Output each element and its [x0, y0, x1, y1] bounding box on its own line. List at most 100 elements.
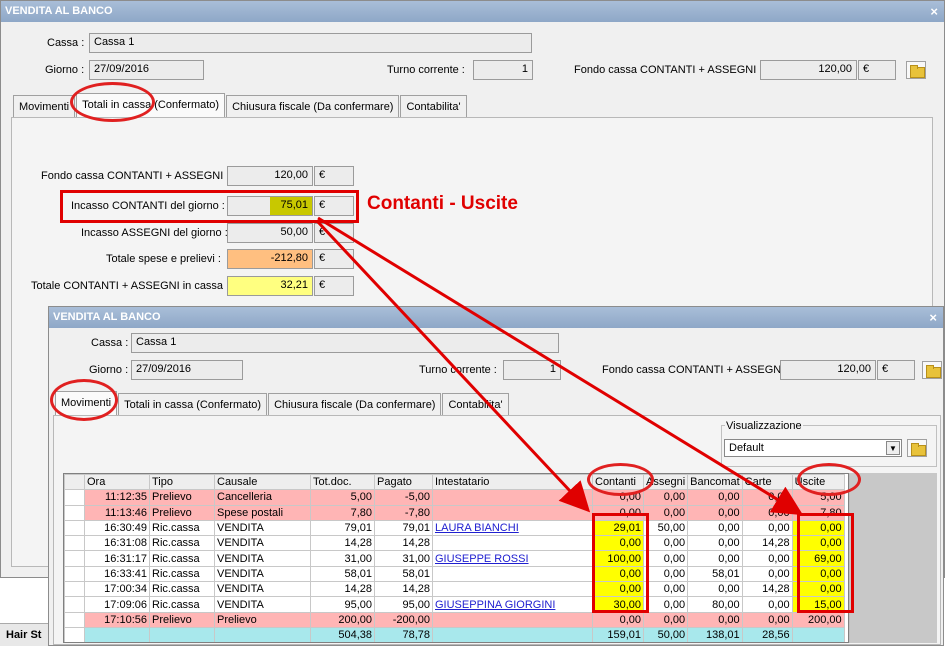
back-giorno-field[interactable]: 27/09/2016: [89, 60, 204, 80]
back-turno-field[interactable]: 1: [473, 60, 533, 80]
tot-cassa-currency: €: [314, 276, 354, 296]
cell-bancomat: 0,00: [687, 489, 743, 506]
table-row[interactable]: 16:33:41 Ric.cassa VENDITA 58,01 58,01 0,00 0,…: [64, 565, 845, 583]
front-folder-icon[interactable]: [922, 361, 942, 379]
cell-pagato: 58,01: [374, 565, 433, 583]
cell-bancomat: 0,00: [687, 504, 743, 521]
cell-carte: 0,00: [741, 611, 793, 628]
cell-tipo: Prelievo: [149, 489, 215, 506]
cell-tipo: Ric.cassa: [149, 519, 215, 537]
row-selector[interactable]: [64, 519, 85, 537]
front-tab-chiusura[interactable]: Chiusura fiscale (Da confermare): [268, 393, 442, 415]
cell-pagato: 14,28: [374, 581, 433, 598]
cell-totdoc: 7,80: [310, 504, 375, 521]
totals-row[interactable]: 504,38 78,78 159,01 50,00 138,01 28,56: [64, 626, 845, 642]
table-row[interactable]: 16:31:08 Ric.cassa VENDITA 14,28 14,28 0,00 0,…: [64, 535, 845, 552]
chevron-down-icon[interactable]: ▼: [886, 441, 900, 455]
intestatario-link[interactable]: GIUSEPPINA GIORGINI: [435, 599, 555, 611]
table-row[interactable]: 16:31:17 Ric.cassa VENDITA 31,00 31,00 GIUSEP…: [64, 550, 845, 567]
tot-spese-label: Totale spese e prelievi :: [106, 253, 221, 265]
cell-intestatario: [432, 611, 593, 628]
tot-fondo-label: Fondo cassa CONTANTI + ASSEGNI :: [41, 170, 230, 182]
table-row[interactable]: 17:10:56 Prelievo Prelievo 200,00 -200,00 0,0…: [64, 611, 845, 628]
row-selector[interactable]: [64, 626, 85, 642]
tot-fondo-currency: €: [314, 166, 354, 186]
row-selector[interactable]: [64, 611, 85, 628]
cell-totdoc: 200,00: [310, 611, 375, 628]
table-row[interactable]: 11:12:35 Prelievo Cancelleria 5,00 -5,00 0,00…: [64, 489, 845, 506]
contanti-header-oval: [587, 463, 654, 496]
col-header-causale[interactable]: Causale: [214, 474, 311, 491]
row-selector[interactable]: [64, 596, 85, 613]
grid-scroll-area[interactable]: [849, 473, 937, 643]
annotation-label: Contanti - Uscite: [367, 193, 518, 214]
tot-fondo-value: 120,00: [227, 166, 313, 186]
tot-cassa-value: 32,21: [227, 276, 313, 296]
cell-ora: 16:30:49: [84, 519, 150, 537]
intestatario-link[interactable]: LAURA BIANCHI: [435, 522, 519, 534]
table-row[interactable]: 11:13:46 Prelievo Spese postali 7,80 -7,80 0,…: [64, 504, 845, 521]
back-giorno-label: Giorno :: [45, 64, 85, 76]
col-header-ora[interactable]: Ora: [84, 474, 150, 491]
row-selector[interactable]: [64, 550, 85, 567]
row-selector[interactable]: [64, 565, 85, 583]
visualizzazione-folder-icon[interactable]: [907, 439, 927, 457]
cell-carte: 28,56: [741, 626, 793, 642]
col-header-totdoc[interactable]: Tot.doc.: [310, 474, 375, 491]
row-selector[interactable]: [64, 581, 85, 598]
back-fondo-currency: €: [858, 60, 896, 80]
table-row[interactable]: 17:09:06 Ric.cassa VENDITA 95,00 95,00 GIUSEP…: [64, 596, 845, 613]
cell-causale: VENDITA: [214, 581, 311, 598]
col-header-bancomat[interactable]: Bancomat: [687, 474, 743, 491]
tot-assegni-value: 50,00: [227, 223, 313, 243]
back-tab-movimenti[interactable]: Movimenti: [13, 95, 76, 117]
row-selector[interactable]: [64, 504, 85, 521]
cell-tipo: Prelievo: [149, 611, 215, 628]
back-cassa-field[interactable]: Cassa 1: [89, 33, 532, 53]
cell-causale: VENDITA: [214, 565, 311, 583]
intestatario-link[interactable]: GIUSEPPE ROSSI: [435, 553, 529, 565]
cell-assegni: 0,00: [642, 550, 689, 567]
cell-carte: 0,00: [741, 489, 793, 506]
cell-pagato: 78,78: [374, 626, 433, 642]
back-tab-contabilita[interactable]: Contabilita': [400, 95, 467, 117]
cell-ora: [84, 626, 150, 642]
cell-pagato: -5,00: [374, 489, 433, 506]
cell-assegni: 0,00: [642, 565, 689, 583]
front-window-title: VENDITA AL BANCO: [53, 311, 161, 323]
tot-assegni-currency: €: [314, 223, 354, 243]
front-close-icon[interactable]: ×: [929, 310, 937, 325]
front-tab-contabilita[interactable]: Contabilita': [442, 393, 509, 415]
cell-totdoc: 14,28: [310, 535, 375, 552]
cell-tipo: Ric.cassa: [149, 596, 215, 613]
cell-pagato: 79,01: [374, 519, 433, 537]
back-window-title: VENDITA AL BANCO: [5, 5, 113, 17]
cell-totdoc: 79,01: [310, 519, 375, 537]
front-giorno-field[interactable]: 27/09/2016: [131, 360, 243, 380]
front-cassa-field[interactable]: Cassa 1: [131, 333, 559, 353]
cell-bancomat: 58,01: [687, 565, 743, 583]
uscite-column-box: [797, 513, 854, 613]
cell-totdoc: 14,28: [310, 581, 375, 598]
table-row[interactable]: 17:00:34 Ric.cassa VENDITA 14,28 14,28 0,00 0,…: [64, 581, 845, 598]
visualizzazione-select[interactable]: Default ▼: [724, 439, 902, 457]
row-selector[interactable]: [64, 489, 85, 506]
front-tab-totali[interactable]: Totali in cassa (Confermato): [118, 393, 268, 415]
cell-causale: [214, 626, 311, 642]
col-header-pagato[interactable]: Pagato: [374, 474, 433, 491]
col-header-intestatario[interactable]: Intestatario: [432, 474, 593, 491]
cell-carte: 0,00: [741, 596, 793, 613]
back-close-icon[interactable]: ×: [930, 4, 938, 19]
front-turno-field[interactable]: 1: [503, 360, 561, 380]
col-header-carte[interactable]: Carte: [741, 474, 793, 491]
cell-ora: 17:09:06: [84, 596, 150, 613]
back-tab-chiusura[interactable]: Chiusura fiscale (Da confermare): [226, 95, 400, 117]
back-fondo-label: Fondo cassa CONTANTI + ASSEGNI :: [574, 64, 763, 76]
table-row[interactable]: 16:30:49 Ric.cassa VENDITA 79,01 79,01 LAURA …: [64, 519, 845, 537]
row-selector[interactable]: [64, 535, 85, 552]
col-header-tipo[interactable]: Tipo: [149, 474, 215, 491]
back-folder-icon[interactable]: [906, 61, 926, 79]
cell-assegni: 0,00: [642, 489, 689, 506]
cell-causale: VENDITA: [214, 550, 311, 567]
front-tab-highlight-oval: [50, 379, 118, 421]
